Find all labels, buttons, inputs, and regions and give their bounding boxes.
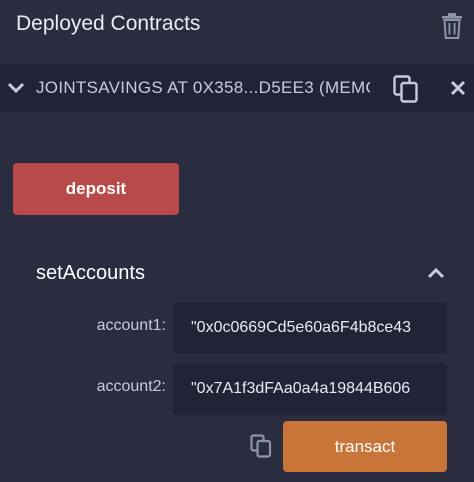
account2-label: account2: [96, 378, 166, 395]
account1-input[interactable] [173, 302, 447, 354]
chevron-up-icon[interactable] [426, 266, 446, 280]
deployed-contracts-panel: Deployed Contracts JOINTSAVINGS AT 0X358… [0, 0, 474, 482]
account2-input[interactable] [173, 363, 447, 415]
account1-label: account1: [96, 317, 166, 334]
contract-title[interactable]: JOINTSAVINGS AT 0X358...D5EE3 (MEMORY) [36, 78, 370, 98]
close-icon[interactable] [448, 78, 468, 98]
deployed-contract-row[interactable]: JOINTSAVINGS AT 0X358...D5EE3 (MEMORY) [0, 64, 474, 112]
trash-icon[interactable] [442, 13, 462, 39]
copy-icon[interactable] [393, 75, 419, 103]
chevron-down-icon[interactable] [7, 81, 25, 95]
set-accounts-title: setAccounts [36, 262, 145, 284]
panel-title: Deployed Contracts [16, 12, 201, 35]
transact-button[interactable]: transact [283, 421, 447, 472]
panel-header: Deployed Contracts [0, 0, 474, 52]
deposit-button[interactable]: deposit [13, 163, 179, 215]
copy-icon[interactable] [250, 434, 272, 458]
